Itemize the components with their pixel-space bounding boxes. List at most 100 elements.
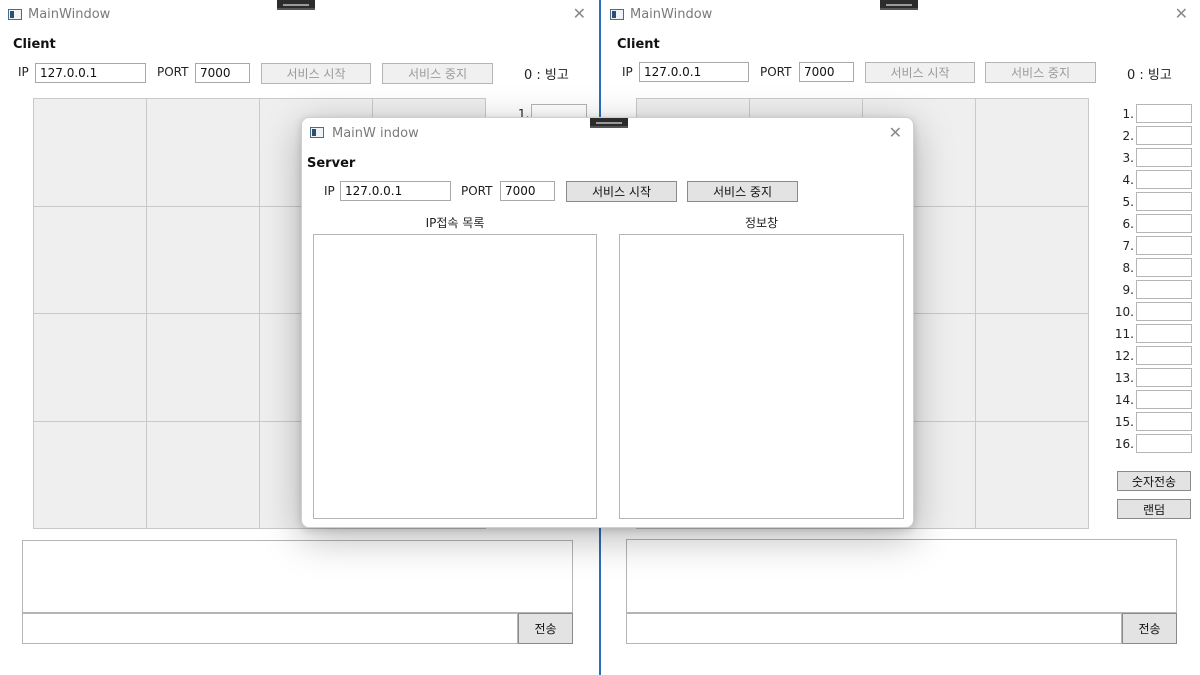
number-label: 9. [1122,283,1134,297]
window-title: MainWindow [28,7,111,22]
number-input[interactable] [1136,324,1192,343]
bingo-cell[interactable] [976,314,1088,421]
section-title: Server [307,156,356,171]
info-panel[interactable] [619,234,904,519]
ip-label: IP [324,184,335,198]
port-input[interactable] [195,63,250,83]
close-icon[interactable]: ✕ [573,4,586,23]
number-input[interactable] [1136,280,1192,299]
stop-service-button[interactable]: 서비스 중지 [382,63,493,84]
close-icon[interactable]: ✕ [1175,4,1188,23]
port-label: PORT [760,65,792,79]
bingo-cell[interactable] [147,421,259,528]
port-input[interactable] [799,62,854,82]
number-input[interactable] [1136,148,1192,167]
send-button[interactable]: 전송 [1122,613,1177,644]
bingo-cell[interactable] [34,421,146,528]
number-list: 1. 2. 3. 4. 5. 6. 7. 8. 9. 10. 11. 12. 13. 14. 15. 16. [1110,104,1192,456]
number-row: 14. [1110,390,1192,410]
number-label: 11. [1114,327,1134,341]
drag-handle[interactable] [880,0,918,10]
bingo-count: 0 : 빙고 [1127,68,1172,83]
number-row: 2. [1110,126,1192,146]
server-window: MainW indow ✕ Server IP PORT 서비스 시작 서비스 … [301,117,914,528]
number-label: 15. [1114,415,1134,429]
number-label: 7. [1122,239,1134,253]
number-label: 5. [1122,195,1134,209]
number-input[interactable] [1136,126,1192,145]
bingo-count: 0 : 빙고 [524,68,569,83]
port-label: PORT [461,184,493,198]
stop-service-button[interactable]: 서비스 중지 [687,181,798,202]
connection-list-header: IP접속 목록 [425,216,485,230]
number-row: 5. [1110,192,1192,212]
bingo-cell[interactable] [976,99,1088,206]
number-input[interactable] [1136,390,1192,409]
bingo-cell[interactable] [976,206,1088,313]
connection-list[interactable] [313,234,597,519]
bingo-cell[interactable] [976,421,1088,528]
number-label: 3. [1122,151,1134,165]
number-label: 8. [1122,261,1134,275]
app-window-icon [310,127,324,138]
number-label: 16. [1114,437,1134,451]
bingo-cell[interactable] [147,99,259,206]
drag-handle[interactable] [590,118,628,128]
number-label: 1. [1122,107,1134,121]
send-button[interactable]: 전송 [518,613,573,644]
message-input[interactable] [22,613,518,644]
port-input[interactable] [500,181,555,201]
start-service-button[interactable]: 서비스 시작 [865,62,975,83]
bingo-cell[interactable] [147,314,259,421]
number-row: 8. [1110,258,1192,278]
number-row: 12. [1110,346,1192,366]
app-window-icon [8,9,22,20]
bingo-cell[interactable] [34,314,146,421]
number-input[interactable] [1136,236,1192,255]
send-numbers-button[interactable]: 숫자전송 [1117,471,1191,491]
number-input[interactable] [1136,412,1192,431]
number-input[interactable] [1136,434,1192,453]
number-label: 2. [1122,129,1134,143]
ip-input[interactable] [639,62,749,82]
number-input[interactable] [1136,368,1192,387]
bingo-cell[interactable] [147,206,259,313]
bingo-cell[interactable] [34,206,146,313]
number-label: 12. [1114,349,1134,363]
number-row: 3. [1110,148,1192,168]
number-input[interactable] [1136,104,1192,123]
number-row: 10. [1110,302,1192,322]
chat-log[interactable] [626,539,1177,613]
start-service-button[interactable]: 서비스 시작 [566,181,677,202]
number-input[interactable] [1136,302,1192,321]
number-input[interactable] [1136,258,1192,277]
section-title: Client [617,37,660,52]
number-row: 15. [1110,412,1192,432]
number-row: 1. [1110,104,1192,124]
number-input[interactable] [1136,346,1192,365]
number-row: 7. [1110,236,1192,256]
start-service-button[interactable]: 서비스 시작 [261,63,371,84]
bingo-cell[interactable] [34,99,146,206]
number-input[interactable] [1136,214,1192,233]
section-title: Client [13,37,56,52]
number-label: 10. [1114,305,1134,319]
drag-handle[interactable] [277,0,315,10]
number-input[interactable] [1136,170,1192,189]
close-icon[interactable]: ✕ [889,123,902,142]
number-input[interactable] [1136,192,1192,211]
number-row: 16. [1110,434,1192,454]
chat-log[interactable] [22,540,573,613]
window-title: MainW indow [332,126,419,141]
ip-input[interactable] [340,181,451,201]
message-input[interactable] [626,613,1122,644]
stop-service-button[interactable]: 서비스 중지 [985,62,1096,83]
ip-input[interactable] [35,63,146,83]
ip-label: IP [18,65,29,79]
random-button[interactable]: 랜덤 [1117,499,1191,519]
number-row: 11. [1110,324,1192,344]
number-row: 6. [1110,214,1192,234]
number-label: 6. [1122,217,1134,231]
number-row: 4. [1110,170,1192,190]
info-panel-header: 정보창 [744,216,779,230]
